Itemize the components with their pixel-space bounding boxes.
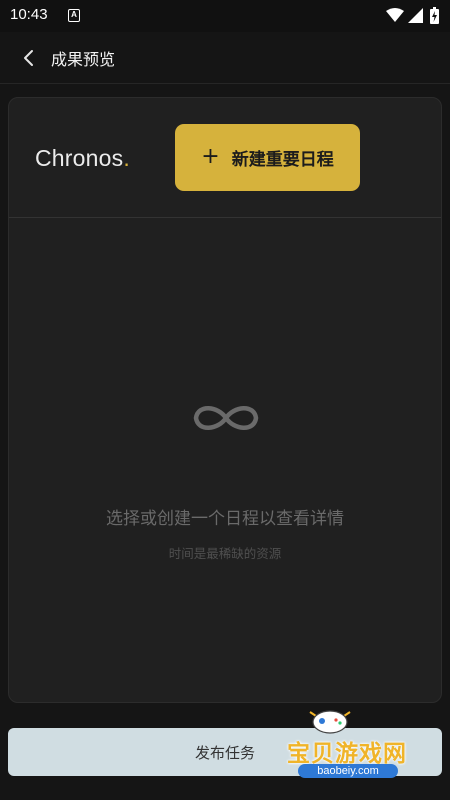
empty-state-subtitle: 时间是最稀缺的资源 [168,546,282,561]
chevron-left-icon[interactable] [20,48,38,68]
new-schedule-label: 新建重要日程 [231,150,334,170]
signal-icon [408,8,423,23]
status-time: 10:43 [10,6,48,23]
watermark-url: baobeiy.com [298,764,398,778]
status-bar: 10:43 A [0,0,450,32]
wifi-icon [386,8,404,22]
watermark-text: 宝贝游戏网 [287,741,407,767]
notification-a-icon: A [68,9,80,22]
plus-icon: + [201,143,220,169]
game-controller-mascot-icon [309,710,351,734]
page-title: 成果预览 [51,50,116,69]
new-important-schedule-button[interactable]: + 新建重要日程 [175,124,360,191]
brand-dot: . [123,145,130,171]
brand-name: Chronos [35,145,124,171]
empty-state: 选择或创建一个日程以查看详情 时间是最稀缺的资源 [9,218,441,702]
empty-state-title: 选择或创建一个日程以查看详情 [106,509,344,529]
schedule-card: Chronos. + 新建重要日程 选择或创建一个日程以查看详情 时间是最稀缺的… [8,97,442,703]
app-bar: 成果预览 [0,32,450,84]
card-header: Chronos. + 新建重要日程 [9,98,441,218]
brand-logo: Chronos. [35,145,130,172]
battery-charging-icon [430,7,439,24]
infinity-icon [193,406,259,430]
watermark-logo: 宝贝游戏网 baobeiy.com [272,706,432,786]
